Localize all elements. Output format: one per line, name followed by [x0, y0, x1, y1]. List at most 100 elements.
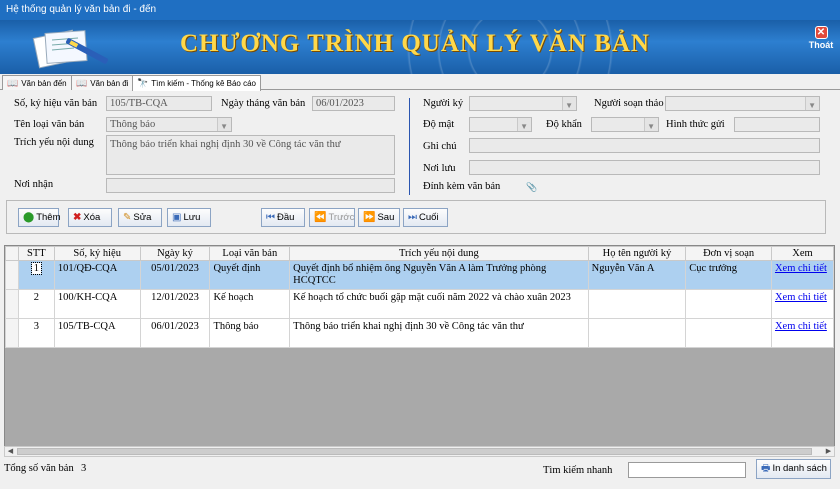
- col-header-so-ky-hieu[interactable]: Số, ký hiệu: [53, 246, 141, 261]
- book-icon: 📖: [76, 78, 88, 88]
- total-label: Tổng số văn bản: [4, 463, 74, 474]
- tab-bar: 📖 Văn bản đến 📖 Văn bản đi 🔭 Tìm kiếm - Thố…: [0, 74, 840, 91]
- do-mat-select[interactable]: ▼: [469, 117, 532, 132]
- scroll-left-icon[interactable]: ◀: [5, 447, 16, 456]
- cell-nguoi-ky[interactable]: Nguyễn Văn A: [587, 260, 687, 290]
- pencil-icon: ✎: [123, 212, 132, 223]
- ten-loai-select[interactable]: Thông báo ▼: [106, 117, 232, 132]
- cell-stt[interactable]: 3: [17, 318, 55, 348]
- exit-button[interactable]: ✕ Thoát: [808, 26, 834, 50]
- table-row[interactable]: 3 105/TB-CQA 06/01/2023 Thông báo Thông …: [5, 318, 834, 348]
- trich-yeu-label: Trích yếu nội dung: [14, 137, 94, 148]
- row-header[interactable]: [5, 318, 19, 348]
- chevron-down-icon: ▼: [565, 101, 573, 110]
- ngay-thang-label: Ngày tháng văn bản: [221, 98, 306, 109]
- cell-nguoi-ky[interactable]: [587, 318, 687, 348]
- ghi-chu-label: Ghi chú: [423, 141, 457, 152]
- hinh-thuc-gui-field[interactable]: [734, 117, 820, 132]
- cell-xem: Xem chi tiết: [770, 289, 834, 319]
- table-row[interactable]: 1 101/QĐ-CQA 05/01/2023 Quyết định Quyết…: [5, 260, 834, 290]
- cell-stt[interactable]: 2: [17, 289, 55, 319]
- cell-ngay-ky[interactable]: 06/01/2023: [139, 318, 211, 348]
- row-header[interactable]: [5, 289, 19, 319]
- so-ky-hieu-label: Số, ký hiệu văn bản: [14, 98, 98, 109]
- table-row[interactable]: 2 100/KH-CQA 12/01/2023 Kế hoạch Kế hoạc…: [5, 289, 834, 319]
- cell-nguoi-ky[interactable]: [587, 289, 687, 319]
- cell-xem: Xem chi tiết: [770, 318, 834, 348]
- row-header[interactable]: [5, 260, 19, 290]
- col-header-loai-van-ban[interactable]: Loại văn bản: [209, 246, 291, 261]
- col-header-don-vi-soan[interactable]: Đơn vị soạn: [685, 246, 772, 261]
- col-header-trich-yeu[interactable]: Trích yếu nội dung: [289, 246, 589, 261]
- col-header-nguoi-ky[interactable]: Họ tên người ký: [587, 246, 687, 261]
- tab-tim-kiem[interactable]: 🔭 Tìm kiếm - Thống kê Báo cáo: [132, 75, 262, 91]
- next-record-button[interactable]: ⏩ Sau: [358, 208, 400, 227]
- chevron-down-icon: ▼: [647, 122, 655, 131]
- previous-record-button[interactable]: ⏪ Trước: [309, 208, 355, 227]
- binoculars-icon: 🔭: [137, 78, 149, 88]
- quick-search-input[interactable]: [628, 462, 746, 478]
- cell-don-vi-soan[interactable]: [685, 289, 772, 319]
- ghi-chu-field[interactable]: [469, 138, 820, 153]
- book-icon: 📖: [7, 78, 19, 88]
- print-list-button[interactable]: 🖶 In danh sách: [756, 459, 831, 479]
- col-header-ngay-ky[interactable]: Ngày ký: [139, 246, 211, 261]
- nguoi-ky-label: Người ký: [423, 98, 464, 109]
- cell-don-vi-soan[interactable]: Cục trưởng: [685, 260, 772, 290]
- total-count: 3: [81, 463, 87, 474]
- cell-trich-yeu[interactable]: Thông báo triển khai nghị định 30 về Côn…: [289, 318, 589, 348]
- hinh-thuc-gui-label: Hình thức gửi: [666, 119, 725, 130]
- ten-loai-label: Tên loại văn bản: [14, 119, 85, 130]
- edit-button[interactable]: ✎ Sửa: [118, 208, 162, 227]
- cell-ngay-ky[interactable]: 12/01/2023: [139, 289, 211, 319]
- documents-pen-icon: [32, 29, 109, 69]
- cell-loai-van-ban[interactable]: Thông báo: [209, 318, 291, 348]
- cell-loai-van-ban[interactable]: Quyết định: [209, 260, 291, 290]
- horizontal-scrollbar[interactable]: ◀ ▶: [4, 446, 835, 457]
- noi-luu-label: Nơi lưu: [423, 163, 456, 174]
- so-ky-hieu-field[interactable]: 105/TB-CQA: [106, 96, 212, 111]
- quick-search-label: Tìm kiếm nhanh: [543, 465, 613, 476]
- noi-nhan-field[interactable]: [106, 178, 395, 193]
- chevron-down-icon: ▼: [520, 122, 528, 131]
- cell-ngay-ky[interactable]: 05/01/2023: [139, 260, 211, 290]
- do-mat-label: Độ mật: [423, 119, 455, 130]
- chevron-down-icon: ▼: [220, 122, 228, 131]
- first-record-button[interactable]: ⏮ Đầu: [261, 208, 305, 227]
- last-record-button[interactable]: ⏭ Cuối: [403, 208, 448, 227]
- cell-trich-yeu[interactable]: Kế hoạch tổ chức buổi gặp mặt cuối năm 2…: [289, 289, 589, 319]
- col-header-stt[interactable]: STT: [17, 246, 55, 261]
- col-header-xem[interactable]: Xem: [770, 246, 834, 261]
- attach-icon[interactable]: 📎: [526, 182, 537, 193]
- save-button[interactable]: ▣ Lưu: [167, 208, 211, 227]
- view-detail-link[interactable]: Xem chi tiết: [775, 292, 827, 303]
- cell-loai-van-ban[interactable]: Kế hoạch: [209, 289, 291, 319]
- fast-forward-icon: ⏩: [363, 212, 376, 223]
- cell-xem: Xem chi tiết: [770, 260, 834, 290]
- tab-van-ban-den[interactable]: 📖 Văn bản đến: [2, 75, 72, 90]
- add-button[interactable]: ⬤ Thêm: [18, 208, 61, 227]
- nguoi-soan-select[interactable]: ▼: [665, 96, 820, 111]
- cell-so-ky-hieu[interactable]: 100/KH-CQA: [53, 289, 141, 319]
- cell-stt[interactable]: 1: [17, 260, 55, 290]
- view-detail-link[interactable]: Xem chi tiết: [775, 263, 827, 274]
- cell-don-vi-soan[interactable]: [685, 318, 772, 348]
- cell-so-ky-hieu[interactable]: 101/QĐ-CQA: [53, 260, 141, 290]
- trich-yeu-textarea[interactable]: Thông báo triển khai nghị định 30 về Côn…: [106, 135, 395, 175]
- ngay-thang-field[interactable]: 06/01/2023: [312, 96, 395, 111]
- do-khan-select[interactable]: ▼: [591, 117, 659, 132]
- cell-so-ky-hieu[interactable]: 105/TB-CQA: [53, 318, 141, 348]
- delete-button[interactable]: ✖ Xóa: [68, 208, 112, 227]
- tab-van-ban-di[interactable]: 📖 Văn bản đi: [71, 75, 134, 90]
- first-page-icon: ⏮: [266, 212, 275, 223]
- scroll-thumb[interactable]: [17, 448, 812, 455]
- window-title: Hệ thống quản lý văn bản đi - đến: [0, 0, 840, 20]
- form-divider: [409, 98, 410, 195]
- cell-trich-yeu[interactable]: Quyết định bổ nhiệm ông Nguyễn Văn A làm…: [289, 260, 589, 290]
- nguoi-ky-select[interactable]: ▼: [469, 96, 577, 111]
- view-detail-link[interactable]: Xem chi tiết: [775, 321, 827, 332]
- table-header-row: STT Số, ký hiệu Ngày ký Loại văn bản Trí…: [5, 246, 834, 261]
- scroll-right-icon[interactable]: ▶: [823, 447, 834, 456]
- document-table: STT Số, ký hiệu Ngày ký Loại văn bản Trí…: [5, 246, 834, 348]
- noi-luu-field[interactable]: [469, 160, 820, 175]
